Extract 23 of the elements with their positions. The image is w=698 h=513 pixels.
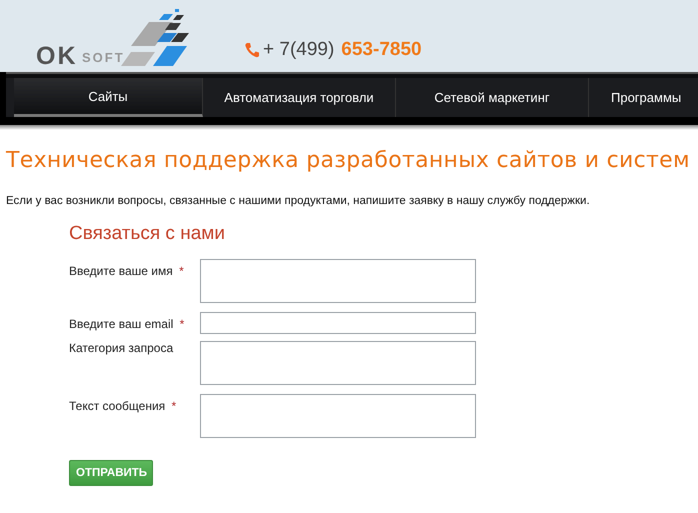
nav-tab[interactable]: Сетевой маркетинг <box>396 78 589 117</box>
field-label: Введите ваше имя <box>69 264 173 278</box>
page-title: Техническая поддержка разработанных сайтов и систем <box>6 148 691 173</box>
logo-text: OK <box>36 42 78 71</box>
input-field[interactable] <box>200 312 476 334</box>
text-area[interactable] <box>200 259 476 303</box>
form-heading: Связаться с нами <box>69 223 226 245</box>
phone-prefix: + 7(499) <box>263 39 334 61</box>
required-mark: * <box>180 317 184 331</box>
text-area[interactable] <box>200 394 476 438</box>
logo-subtext: SOFT <box>82 50 125 65</box>
nav-tab[interactable]: Программы <box>589 78 682 117</box>
required-mark: * <box>171 399 176 413</box>
intro-text: Если у вас возникли вопросы, связанные с нашими продуктами, напишите заявку в нашу службу поддержки. <box>6 195 591 207</box>
phone-number: 653-7850 <box>341 39 422 61</box>
nav-tab[interactable]: Автоматизация торговли <box>203 78 396 117</box>
field-label: Категория запроса <box>69 341 174 355</box>
field-label: Текст сообщения <box>69 399 166 413</box>
phone-icon <box>244 42 260 58</box>
text-area[interactable] <box>200 341 476 385</box>
nav-tab[interactable]: Сайты <box>14 78 203 117</box>
field-label: Введите ваш email <box>69 317 174 331</box>
required-mark: * <box>179 264 184 278</box>
